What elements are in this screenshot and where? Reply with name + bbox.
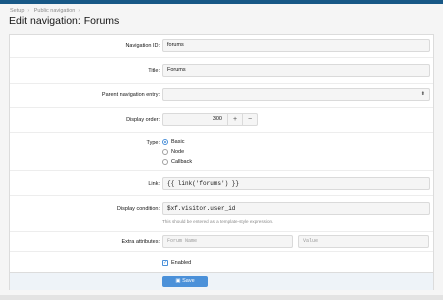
breadcrumb-separator: › xyxy=(78,8,81,14)
row-display-order: Display order: 300 + − xyxy=(10,108,433,133)
enabled-label: Enabled xyxy=(171,260,192,266)
parent-label: Parent navigation entry: xyxy=(101,92,160,98)
display-condition-hint: This should be entered as a template-sty… xyxy=(162,219,274,224)
breadcrumb-public-navigation[interactable]: Public navigation xyxy=(34,8,76,14)
extra-attributes-label: Extra attributes: xyxy=(121,239,160,245)
type-label: Type: xyxy=(146,140,160,146)
row-link: Link: {{ link('forums') }} xyxy=(10,171,433,196)
top-bar xyxy=(0,0,443,4)
breadcrumb-setup[interactable]: Setup xyxy=(10,8,24,14)
display-condition-input[interactable]: $xf.visitor.user_id xyxy=(162,202,430,215)
breadcrumb: Setup › Public navigation › xyxy=(10,8,83,14)
form-panel: Navigation ID: forums Title: Forums Pare… xyxy=(9,34,434,290)
attribute-value-input[interactable]: Value xyxy=(298,235,429,248)
row-navigation-id: Navigation ID: forums xyxy=(10,35,433,58)
radio-icon xyxy=(162,149,168,155)
title-input[interactable]: Forums xyxy=(162,64,430,77)
checkbox-checked-icon: ✓ xyxy=(162,260,168,266)
link-label: Link: xyxy=(148,181,160,187)
save-icon: ▣ xyxy=(175,278,181,284)
save-label: Save xyxy=(182,278,195,284)
display-order-stepper: 300 + − xyxy=(162,113,258,126)
type-radio-basic[interactable]: Basic xyxy=(162,139,184,145)
form-footer: ▣ Save xyxy=(10,272,433,290)
chevron-updown-icon: ⬍ xyxy=(420,91,425,97)
title-label: Title: xyxy=(148,68,160,74)
row-enabled: ✓ Enabled xyxy=(10,252,433,272)
bottom-bar xyxy=(0,295,443,300)
page-title: Edit navigation: Forums xyxy=(9,15,120,27)
increment-button[interactable]: + xyxy=(227,114,242,125)
display-condition-label: Display condition: xyxy=(116,206,160,212)
radio-selected-icon xyxy=(162,139,168,145)
type-option-label: Callback xyxy=(171,159,193,165)
parent-select[interactable]: ⬍ xyxy=(162,88,430,101)
row-parent: Parent navigation entry: ⬍ xyxy=(10,84,433,108)
type-radio-callback[interactable]: Callback xyxy=(162,159,192,165)
row-title: Title: Forums xyxy=(10,58,433,84)
breadcrumb-separator: › xyxy=(27,8,30,14)
navigation-id-label: Navigation ID: xyxy=(125,43,160,49)
type-option-label: Node xyxy=(171,149,185,155)
radio-icon xyxy=(162,159,168,165)
navigation-id-input[interactable]: forums xyxy=(162,39,430,52)
row-extra-attributes: Extra attributes: Forum Name Value xyxy=(10,232,433,252)
row-display-condition: Display condition: $xf.visitor.user_id T… xyxy=(10,196,433,232)
display-order-label: Display order: xyxy=(126,117,160,123)
attribute-name-input[interactable]: Forum Name xyxy=(162,235,293,248)
type-option-label: Basic xyxy=(171,139,185,145)
type-radio-node[interactable]: Node xyxy=(162,149,184,155)
decrement-button[interactable]: − xyxy=(242,114,257,125)
enabled-checkbox[interactable]: ✓ Enabled xyxy=(162,260,191,266)
row-type: Type: Basic Node Callback xyxy=(10,133,433,171)
save-button[interactable]: ▣ Save xyxy=(162,276,208,287)
display-order-input[interactable]: 300 xyxy=(163,114,227,125)
link-input[interactable]: {{ link('forums') }} xyxy=(162,177,430,190)
